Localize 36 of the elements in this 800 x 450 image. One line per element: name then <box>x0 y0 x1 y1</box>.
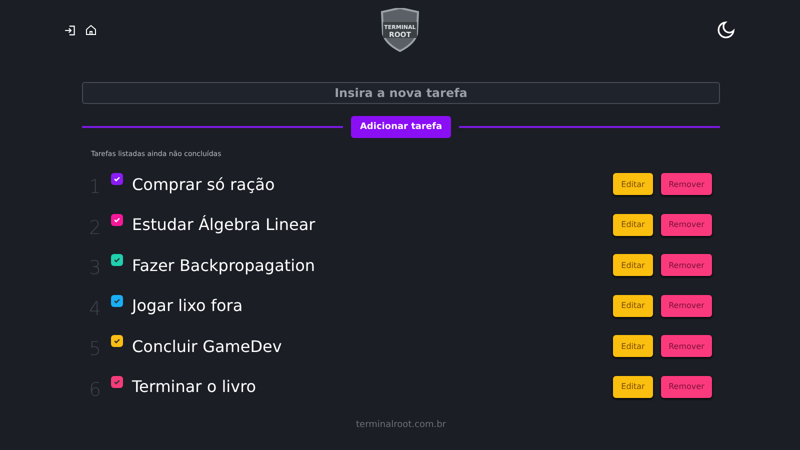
task-title: Estudar Álgebra Linear <box>132 215 316 234</box>
edit-button[interactable]: Editar <box>613 294 653 317</box>
remove-button[interactable]: Remover <box>661 173 712 196</box>
task-title: Comprar só ração <box>132 174 276 194</box>
task-title: Fazer Backpropagation <box>132 256 316 275</box>
check-icon <box>113 378 121 386</box>
task-checkbox[interactable] <box>111 335 123 347</box>
task-title: Concluir GameDev <box>132 336 283 356</box>
task-checkbox[interactable] <box>111 294 123 306</box>
task-checkbox[interactable] <box>111 173 123 185</box>
check-icon <box>113 296 121 304</box>
edit-button[interactable]: Editar <box>613 214 653 236</box>
check-icon <box>113 175 121 183</box>
check-icon <box>113 256 121 264</box>
login-icon[interactable] <box>64 24 77 36</box>
remove-button[interactable]: Remover <box>661 214 712 236</box>
remove-button[interactable]: Remover <box>661 376 712 398</box>
edit-button[interactable]: Editar <box>613 254 653 276</box>
add-task-button[interactable]: Adicionar tarefa <box>350 116 452 138</box>
task-input[interactable]: Insira a nova tarefa <box>82 82 720 104</box>
footer-link[interactable]: terminalroot.com.br <box>82 420 720 430</box>
remove-button[interactable]: Remover <box>661 294 712 317</box>
check-icon <box>113 216 121 224</box>
moon-icon[interactable] <box>716 20 736 40</box>
remove-button[interactable]: Remover <box>661 335 712 358</box>
task-checkbox[interactable] <box>111 254 123 266</box>
task-title: Terminar o livro <box>132 377 258 396</box>
edit-button[interactable]: Editar <box>613 376 653 398</box>
check-icon <box>113 337 121 345</box>
task-title: Jogar lixo fora <box>132 296 244 316</box>
edit-button[interactable]: Editar <box>613 335 653 358</box>
edit-button[interactable]: Editar <box>613 173 653 196</box>
remove-button[interactable]: Remover <box>661 254 712 276</box>
task-checkbox[interactable] <box>111 214 123 226</box>
home-icon[interactable] <box>85 24 97 36</box>
task-checkbox[interactable] <box>111 376 123 388</box>
